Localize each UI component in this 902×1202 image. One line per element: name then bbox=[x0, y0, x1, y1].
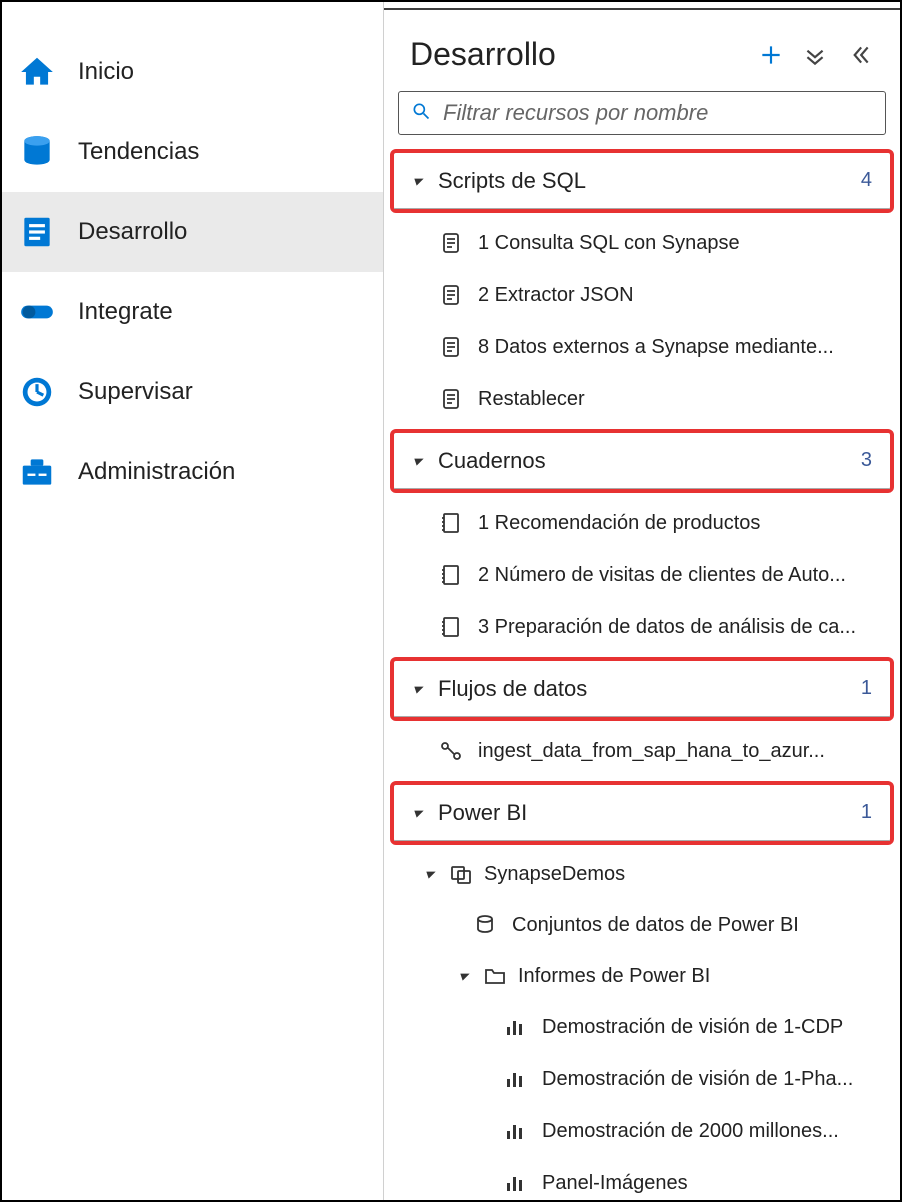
panel-header: Desarrollo bbox=[384, 10, 900, 87]
group-label-notebooks: Cuadernos bbox=[438, 448, 861, 474]
powerbi-workspace[interactable]: SynapseDemos bbox=[388, 849, 896, 899]
group-count-sql: 4 bbox=[861, 169, 872, 192]
search-icon bbox=[411, 101, 443, 126]
barchart-icon bbox=[502, 1066, 528, 1092]
nav-label-desarrollo: Desarrollo bbox=[78, 218, 187, 246]
sql-item-label: 1 Consulta SQL con Synapse bbox=[478, 232, 740, 255]
powerbi-reports-label: Informes de Power BI bbox=[518, 965, 710, 988]
group-header-sql[interactable]: Scripts de SQL 4 bbox=[394, 153, 890, 209]
group-count-powerbi: 1 bbox=[861, 801, 872, 824]
sql-item-label: 2 Extractor JSON bbox=[478, 284, 634, 307]
group-label-powerbi: Power BI bbox=[438, 800, 861, 826]
triangle-down-icon bbox=[412, 454, 426, 468]
highlight-notebooks-group: Cuadernos 3 bbox=[390, 429, 894, 493]
report-item-label: Demostración de visión de 1-CDP bbox=[542, 1016, 843, 1039]
nav-label-admin: Administración bbox=[78, 458, 235, 486]
panel-title: Desarrollo bbox=[410, 36, 556, 73]
toolbox-icon bbox=[18, 453, 56, 491]
notebook-item-label: 1 Recomendación de productos bbox=[478, 512, 760, 535]
nav-label-supervisar: Supervisar bbox=[78, 378, 193, 406]
develop-icon bbox=[18, 213, 56, 251]
notebook-item-label: 2 Número de visitas de clientes de Auto.… bbox=[478, 564, 846, 587]
notebook-item[interactable]: 1 Recomendación de productos bbox=[388, 497, 896, 549]
sql-item-label: Restablecer bbox=[478, 388, 585, 411]
notebook-item-label: 3 Preparación de datos de análisis de ca… bbox=[478, 616, 856, 639]
group-count-notebooks: 3 bbox=[861, 449, 872, 472]
integrate-icon bbox=[18, 293, 56, 331]
triangle-down-icon bbox=[412, 682, 426, 696]
monitor-icon bbox=[18, 373, 56, 411]
triangle-down-icon bbox=[412, 174, 426, 188]
script-icon bbox=[438, 334, 464, 360]
notebook-item[interactable]: 2 Número de visitas de clientes de Auto.… bbox=[388, 549, 896, 601]
powerbi-workspace-label: SynapseDemos bbox=[484, 863, 625, 886]
notebook-icon bbox=[438, 562, 464, 588]
group-label-sql: Scripts de SQL bbox=[438, 168, 861, 194]
group-header-notebooks[interactable]: Cuadernos 3 bbox=[394, 433, 890, 489]
nav-item-administracion[interactable]: Administración bbox=[2, 432, 383, 512]
triangle-down-icon bbox=[412, 806, 426, 820]
report-item[interactable]: Demostración de visión de 1-CDP bbox=[388, 1001, 896, 1053]
dataflow-item[interactable]: ingest_data_from_sap_hana_to_azur... bbox=[388, 725, 896, 777]
notebook-item[interactable]: 3 Preparación de datos de análisis de ca… bbox=[388, 601, 896, 653]
workspace-icon bbox=[448, 861, 474, 887]
database-icon bbox=[18, 133, 56, 171]
powerbi-datasets-label: Conjuntos de datos de Power BI bbox=[512, 914, 799, 937]
sql-item[interactable]: Restablecer bbox=[388, 373, 896, 425]
triangle-down-icon bbox=[424, 867, 438, 881]
nav-label-integrate: Integrate bbox=[78, 298, 173, 326]
report-item-label: Demostración de visión de 1-Pha... bbox=[542, 1068, 853, 1091]
script-icon bbox=[438, 230, 464, 256]
notebook-icon bbox=[438, 614, 464, 640]
highlight-sql-group: Scripts de SQL 4 bbox=[390, 149, 894, 213]
powerbi-reports-folder[interactable]: Informes de Power BI bbox=[388, 951, 896, 1001]
sql-item-label: 8 Datos externos a Synapse mediante... bbox=[478, 336, 834, 359]
barchart-icon bbox=[502, 1014, 528, 1040]
main-panel: Desarrollo Filtrar recursos por nombre bbox=[384, 2, 900, 1200]
folder-icon bbox=[482, 963, 508, 989]
dataflow-icon bbox=[438, 738, 464, 764]
nav-item-tendencias[interactable]: Tendencias bbox=[2, 112, 383, 192]
powerbi-datasets[interactable]: Conjuntos de datos de Power BI bbox=[388, 899, 896, 951]
barchart-icon bbox=[502, 1118, 528, 1144]
highlight-powerbi-group: Power BI 1 bbox=[390, 781, 894, 845]
report-item-label: Panel-Imágenes bbox=[542, 1172, 688, 1195]
add-icon[interactable] bbox=[758, 42, 784, 73]
home-icon bbox=[18, 53, 56, 91]
group-header-powerbi[interactable]: Power BI 1 bbox=[394, 785, 890, 841]
topbar-divider bbox=[384, 2, 900, 10]
group-header-dataflows[interactable]: Flujos de datos 1 bbox=[394, 661, 890, 717]
triangle-down-icon bbox=[458, 969, 472, 983]
notebook-icon bbox=[438, 510, 464, 536]
nav-label-tendencias: Tendencias bbox=[78, 138, 199, 166]
sidebar: Inicio Tendencias Desarrollo Integrate S… bbox=[2, 2, 384, 1200]
nav-item-inicio[interactable]: Inicio bbox=[2, 32, 383, 112]
group-count-dataflows: 1 bbox=[861, 677, 872, 700]
nav-item-supervisar[interactable]: Supervisar bbox=[2, 352, 383, 432]
nav-item-integrate[interactable]: Integrate bbox=[2, 272, 383, 352]
highlight-dataflows-group: Flujos de datos 1 bbox=[390, 657, 894, 721]
script-icon bbox=[438, 386, 464, 412]
search-placeholder: Filtrar recursos por nombre bbox=[443, 100, 873, 126]
dataflow-item-label: ingest_data_from_sap_hana_to_azur... bbox=[478, 740, 825, 763]
expand-all-icon[interactable] bbox=[802, 42, 828, 73]
script-icon bbox=[438, 282, 464, 308]
nav-label-inicio: Inicio bbox=[78, 58, 134, 86]
sql-item[interactable]: 1 Consulta SQL con Synapse bbox=[388, 217, 896, 269]
resource-tree: Scripts de SQL 4 1 Consulta SQL con Syna… bbox=[384, 145, 900, 1200]
search-input[interactable]: Filtrar recursos por nombre bbox=[398, 91, 886, 135]
report-item[interactable]: Panel-Imágenes bbox=[388, 1157, 896, 1200]
collapse-panel-icon[interactable] bbox=[846, 42, 872, 73]
sql-item[interactable]: 8 Datos externos a Synapse mediante... bbox=[388, 321, 896, 373]
barchart-icon bbox=[502, 1170, 528, 1196]
report-item[interactable]: Demostración de visión de 1-Pha... bbox=[388, 1053, 896, 1105]
group-label-dataflows: Flujos de datos bbox=[438, 676, 861, 702]
nav-item-desarrollo[interactable]: Desarrollo bbox=[2, 192, 383, 272]
report-item[interactable]: Demostración de 2000 millones... bbox=[388, 1105, 896, 1157]
dataset-icon bbox=[472, 912, 498, 938]
sql-item[interactable]: 2 Extractor JSON bbox=[388, 269, 896, 321]
report-item-label: Demostración de 2000 millones... bbox=[542, 1120, 839, 1143]
